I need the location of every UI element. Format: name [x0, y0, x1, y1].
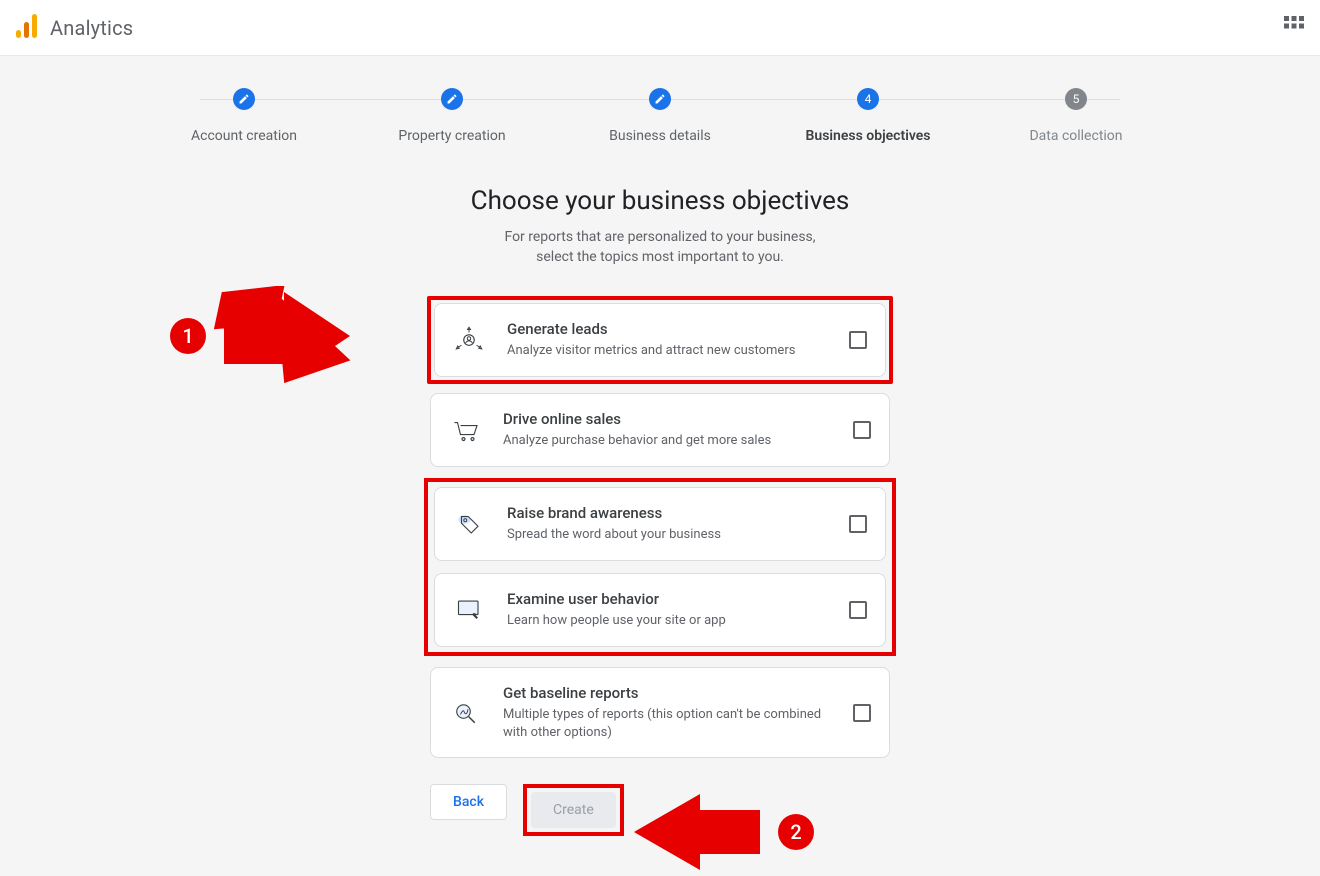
card-body: Drive online sales Analyze purchase beha… — [503, 410, 835, 450]
objective-card-leads[interactable]: Generate leads Analyze visitor metrics a… — [434, 303, 886, 377]
step-account-creation[interactable]: Account creation — [140, 88, 348, 144]
step-business-objectives[interactable]: 4 Business objectives — [764, 88, 972, 144]
card-desc: Analyze visitor metrics and attract new … — [507, 342, 831, 360]
annotation-highlight-1: Generate leads Analyze visitor metrics a… — [427, 296, 893, 384]
red-arrow-icon — [630, 792, 770, 872]
page-subtitle: For reports that are personalized to you… — [220, 228, 1100, 267]
annotation-2: 2 — [630, 792, 814, 872]
card-body: Generate leads Analyze visitor metrics a… — [507, 320, 831, 360]
step-done-icon — [441, 88, 463, 110]
card-title: Drive online sales — [503, 410, 835, 428]
step-data-collection[interactable]: 5 Data collection — [972, 88, 1180, 144]
step-label: Business objectives — [806, 128, 931, 144]
card-title: Examine user behavior — [507, 590, 831, 608]
card-checkbox[interactable] — [849, 515, 867, 533]
subtitle-line1: For reports that are personalized to you… — [504, 229, 815, 245]
card-title: Raise brand awareness — [507, 504, 831, 522]
objective-card-sales[interactable]: Drive online sales Analyze purchase beha… — [430, 393, 890, 467]
apps-icon[interactable] — [1284, 16, 1304, 40]
annotation-badge-1: 1 — [170, 318, 206, 354]
card-desc: Spread the word about your business — [507, 526, 831, 544]
objective-card-baseline[interactable]: Get baseline reports Multiple types of r… — [430, 667, 890, 758]
step-done-icon — [649, 88, 671, 110]
annotation-highlight-1b: Raise brand awareness Spread the word ab… — [424, 478, 896, 656]
analytics-logo-icon — [16, 14, 38, 42]
create-button[interactable]: Create — [531, 792, 616, 828]
card-body: Get baseline reports Multiple types of r… — [503, 684, 835, 741]
baseline-icon — [445, 693, 485, 733]
step-label: Account creation — [191, 128, 297, 144]
card-title: Generate leads — [507, 320, 831, 338]
leads-icon — [449, 320, 489, 360]
sales-icon — [445, 410, 485, 450]
subtitle-line2: select the topics most important to you. — [536, 249, 784, 265]
step-business-details[interactable]: Business details — [556, 88, 764, 144]
card-desc: Multiple types of reports (this option c… — [503, 706, 835, 741]
back-button[interactable]: Back — [430, 784, 507, 820]
main-content: Choose your business objectives For repo… — [200, 186, 1120, 876]
objectives-list: Generate leads Analyze visitor metrics a… — [430, 299, 890, 758]
card-body: Examine user behavior Learn how people u… — [507, 590, 831, 630]
card-checkbox[interactable] — [849, 601, 867, 619]
card-title: Get baseline reports — [503, 684, 835, 702]
brand-name: Analytics — [50, 16, 133, 40]
step-pending-badge: 5 — [1065, 88, 1087, 110]
annotation-highlight-2: Create — [523, 784, 624, 836]
step-label: Data collection — [1029, 128, 1122, 144]
objective-card-behavior[interactable]: Examine user behavior Learn how people u… — [434, 573, 886, 647]
step-active-badge: 4 — [857, 88, 879, 110]
card-checkbox[interactable] — [849, 331, 867, 349]
step-done-icon — [233, 88, 255, 110]
card-body: Raise brand awareness Spread the word ab… — [507, 504, 831, 544]
card-desc: Learn how people use your site or app — [507, 612, 831, 630]
behavior-icon — [449, 590, 489, 630]
stepper: Account creation Property creation Busin… — [0, 56, 1320, 168]
step-property-creation[interactable]: Property creation — [348, 88, 556, 144]
brand-icon — [449, 504, 489, 544]
brand: Analytics — [16, 14, 133, 42]
red-arrow-icon — [214, 286, 354, 386]
card-checkbox[interactable] — [853, 704, 871, 722]
objective-card-brand[interactable]: Raise brand awareness Spread the word ab… — [434, 487, 886, 561]
page-title: Choose your business objectives — [220, 186, 1100, 216]
card-desc: Analyze purchase behavior and get more s… — [503, 432, 835, 450]
step-label: Business details — [609, 128, 711, 144]
card-checkbox[interactable] — [853, 421, 871, 439]
annotation-1: 1 — [170, 286, 354, 386]
annotation-badge-2: 2 — [778, 814, 814, 850]
header-bar: Analytics — [0, 0, 1320, 56]
step-label: Property creation — [398, 128, 505, 144]
